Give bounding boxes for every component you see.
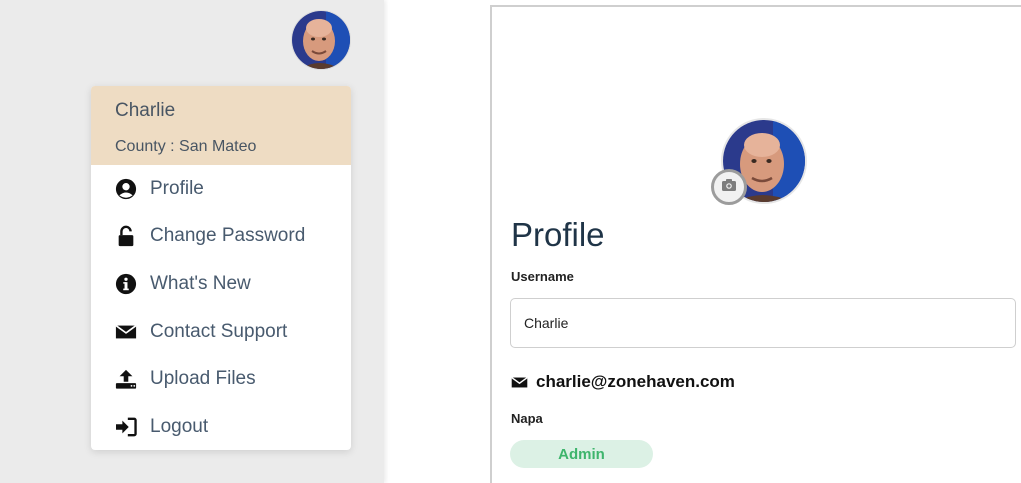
info-circle-icon <box>114 272 138 296</box>
menu-item-label: Logout <box>150 415 209 437</box>
menu-item-profile[interactable]: Profile <box>91 165 351 213</box>
menu-item-whats-new[interactable]: What's New <box>91 260 351 308</box>
envelope-icon <box>114 320 138 344</box>
dropdown-user-name: Charlie <box>115 100 176 121</box>
user-avatar-button[interactable] <box>291 10 351 70</box>
menu-item-label: Upload Files <box>150 368 256 390</box>
email-row: charlie@zonehaven.com <box>511 372 735 392</box>
account-dropdown: Charlie County : San Mateo Profile Chang… <box>91 86 351 450</box>
menu-item-label: What's New <box>150 272 251 294</box>
dropdown-user-county: County : San Mateo <box>115 138 257 155</box>
user-circle-icon <box>114 177 138 201</box>
user-email: charlie@zonehaven.com <box>536 372 735 391</box>
menu-item-contact-support[interactable]: Contact Support <box>91 308 351 356</box>
dropdown-user-header: Charlie County : San Mateo <box>91 86 351 165</box>
camera-icon <box>721 178 737 197</box>
menu-item-upload-files[interactable]: Upload Files <box>91 355 351 403</box>
account-menu-panel: Charlie County : San Mateo Profile Chang… <box>0 0 384 483</box>
menu-item-label: Profile <box>150 177 204 199</box>
username-label: Username <box>511 269 574 284</box>
screen: Charlie County : San Mateo Profile Chang… <box>0 0 1021 483</box>
envelope-icon <box>511 376 528 389</box>
menu-item-label: Contact Support <box>150 320 288 342</box>
profile-panel: Profile Username charlie@zonehaven.com N… <box>490 5 1021 483</box>
menu-item-logout[interactable]: Logout <box>91 403 351 450</box>
upload-icon <box>114 367 138 391</box>
user-county: Napa <box>511 411 543 426</box>
dropdown-menu-list: Profile Change Password What's New Conta… <box>91 165 351 450</box>
username-input[interactable] <box>510 298 1016 348</box>
menu-item-label: Change Password <box>150 225 306 247</box>
menu-item-change-password[interactable]: Change Password <box>91 213 351 261</box>
role-badge: Admin <box>510 440 653 468</box>
page-title: Profile <box>511 216 605 253</box>
change-photo-button[interactable] <box>711 169 747 205</box>
sign-out-icon <box>114 415 138 439</box>
unlock-icon <box>114 224 138 248</box>
